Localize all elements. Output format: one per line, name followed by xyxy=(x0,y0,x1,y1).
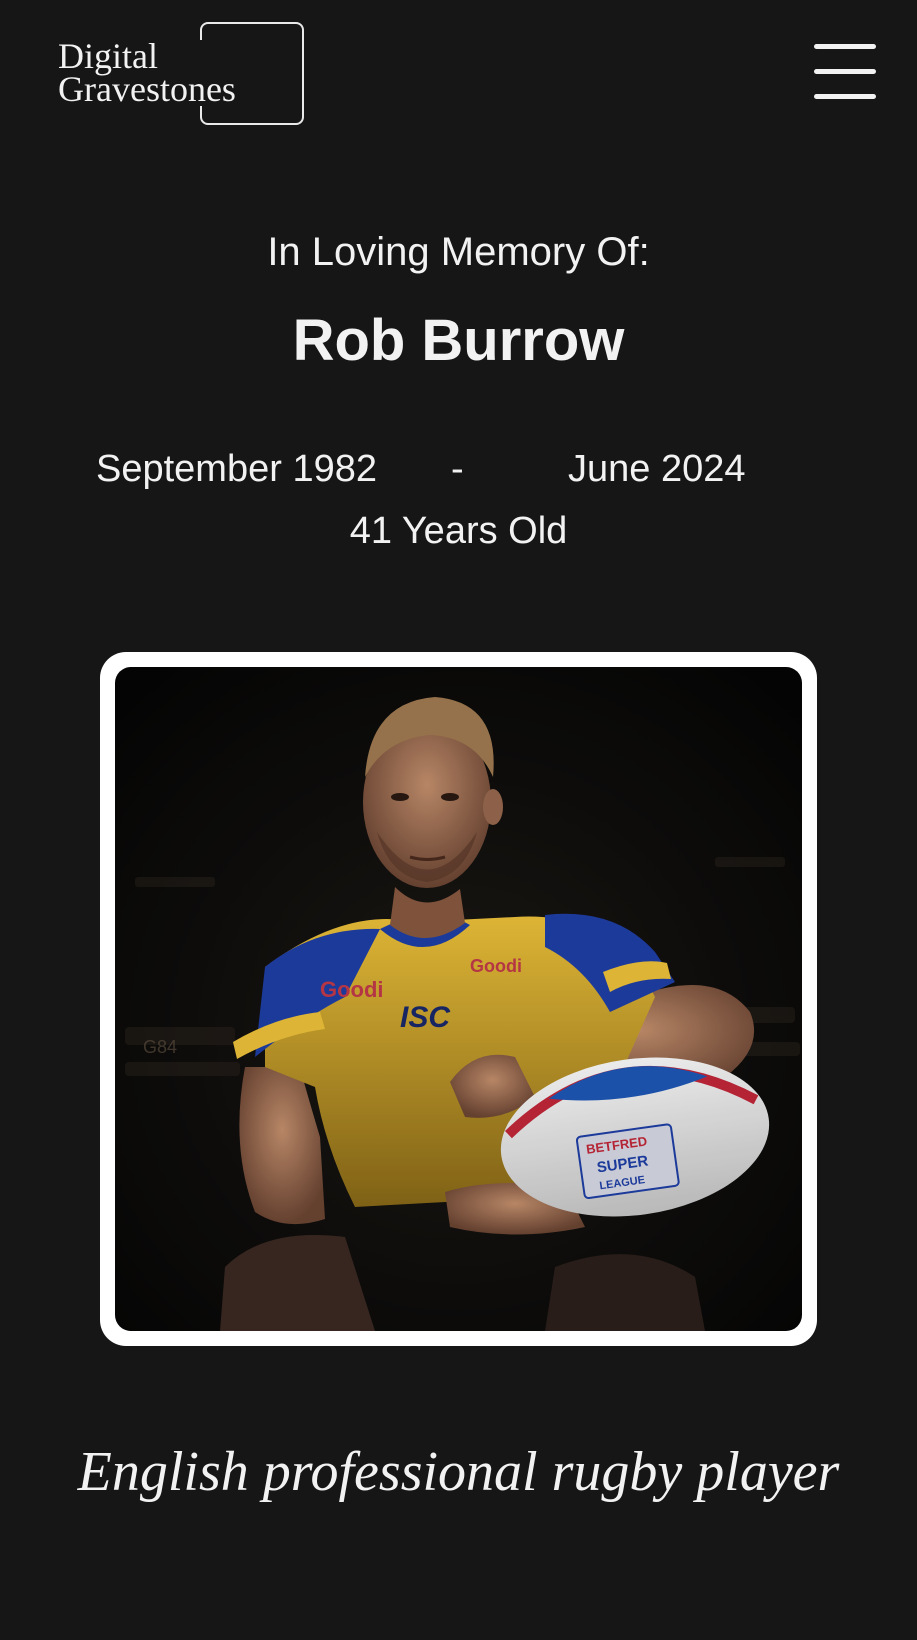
birth-date: September 1982 xyxy=(96,448,377,490)
portrait-frame: G84 ISC Goodi Goodi BETFRED SUPER LEAGUE xyxy=(100,652,817,1346)
menu-bar xyxy=(814,94,876,99)
person-name: Rob Burrow xyxy=(292,308,625,373)
life-dates: September 1982 - June 2024 xyxy=(0,448,917,498)
menu-bar xyxy=(814,69,876,74)
death-date: June 2024 xyxy=(568,448,746,490)
menu-bar xyxy=(814,44,876,49)
logo-text: Digital Gravestones xyxy=(58,38,240,109)
hamburger-menu-icon[interactable] xyxy=(812,42,876,104)
date-separator: - xyxy=(451,448,464,490)
age-at-death: 41 Years Old xyxy=(349,510,568,552)
site-logo[interactable]: Digital Gravestones xyxy=(58,22,308,132)
person-description: English professional rugby player xyxy=(77,1441,840,1503)
portrait-photo: G84 ISC Goodi Goodi BETFRED SUPER LEAGUE xyxy=(115,667,802,1331)
logo-line-2: Gravestones xyxy=(58,69,236,109)
memorial-heading: In Loving Memory Of: xyxy=(267,230,650,274)
site-header: Digital Gravestones xyxy=(0,0,917,150)
